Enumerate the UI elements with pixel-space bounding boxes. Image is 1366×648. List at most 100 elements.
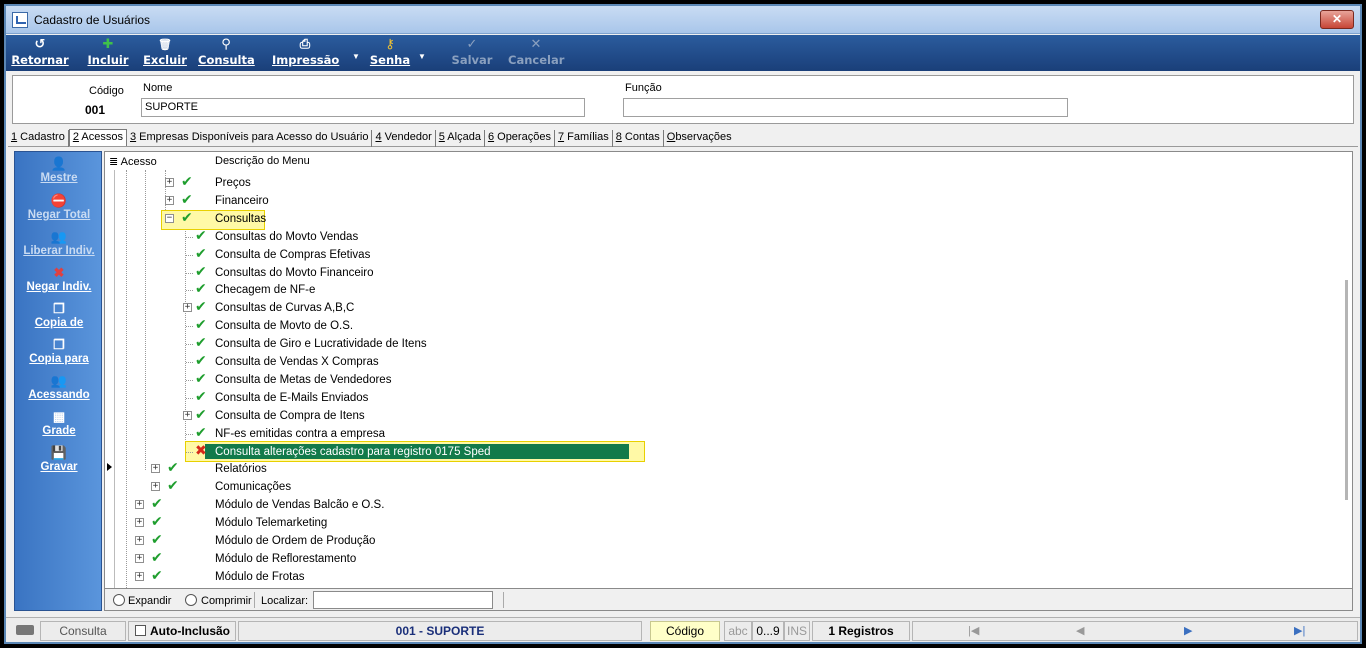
tree-row[interactable]: ✔ Consulta de Movto de O.S. bbox=[105, 317, 1335, 335]
column-header-acesso[interactable]: ≣ Acesso bbox=[109, 155, 157, 168]
gravar-button[interactable]: 💾 Gravar bbox=[15, 445, 103, 473]
tree-row[interactable]: + ✔ Consulta de Compra de Itens bbox=[105, 407, 1335, 425]
tree-row[interactable]: + ✔ Comunicações bbox=[105, 478, 1335, 496]
grade-button[interactable]: ▦ Grade bbox=[15, 409, 103, 437]
tree-row[interactable]: + ✔ Módulo de Frotas bbox=[105, 568, 1335, 586]
tab-empresas[interactable]: 3 Empresas Disponíveis para Acesso do Us… bbox=[127, 130, 373, 147]
nav-last-icon[interactable]: ▶| bbox=[1294, 624, 1305, 637]
tree-row[interactable]: + ✔ Relatórios bbox=[105, 460, 1335, 478]
access-granted-icon[interactable]: ✔ bbox=[151, 532, 163, 548]
expand-icon[interactable]: + bbox=[151, 464, 160, 474]
tree-row[interactable]: + ✔ Consultas de Curvas A,B,C bbox=[105, 299, 1335, 317]
access-granted-icon[interactable]: ✔ bbox=[151, 514, 163, 530]
tree-row[interactable]: ✔ Consulta de Compras Efetivas bbox=[105, 246, 1335, 264]
cancelar-button[interactable]: ✕ Cancelar bbox=[508, 37, 564, 69]
vertical-scrollbar[interactable] bbox=[1345, 280, 1348, 500]
tree-row[interactable]: ✔ Consulta de Vendas X Compras bbox=[105, 353, 1335, 371]
salvar-button[interactable]: ✓ Salvar bbox=[450, 37, 494, 69]
tree-row[interactable]: + ✔ Módulo de Ordem de Produção bbox=[105, 532, 1335, 550]
access-granted-icon[interactable]: ✔ bbox=[195, 281, 207, 297]
access-granted-icon[interactable]: ✔ bbox=[195, 228, 207, 244]
access-granted-icon[interactable]: ✔ bbox=[195, 389, 207, 405]
tree-row[interactable]: ✔ Consulta de Metas de Vendedores bbox=[105, 371, 1335, 389]
localizar-input[interactable] bbox=[313, 591, 493, 609]
access-granted-icon[interactable]: ✔ bbox=[151, 550, 163, 566]
access-granted-icon[interactable]: ✔ bbox=[195, 425, 207, 441]
tree-row[interactable]: ✔ Consulta de E-Mails Enviados bbox=[105, 389, 1335, 407]
expand-icon[interactable]: + bbox=[135, 518, 144, 528]
collapse-icon[interactable]: − bbox=[165, 213, 174, 223]
column-header-descricao[interactable]: Descrição do Menu bbox=[215, 155, 310, 167]
expand-icon[interactable]: + bbox=[135, 536, 144, 545]
expand-icon[interactable]: + bbox=[135, 500, 144, 510]
tree-row[interactable]: + ✔ Financeiro bbox=[105, 192, 1335, 210]
expand-icon[interactable]: + bbox=[135, 571, 144, 581]
access-tree-grid[interactable]: ≣ Acesso Descrição do Menu + ✔ Preços + ✔ Fin… bbox=[104, 151, 1353, 589]
negar-indiv-button[interactable]: ✖ Negar Indiv. bbox=[15, 265, 103, 293]
access-granted-icon[interactable]: ✔ bbox=[195, 353, 207, 369]
expand-icon[interactable]: + bbox=[183, 410, 192, 420]
tab-cadastro[interactable]: 1 Cadastro bbox=[8, 130, 69, 147]
access-granted-icon[interactable]: ✔ bbox=[195, 246, 207, 262]
tree-row[interactable]: + ✔ Módulo Telemarketing bbox=[105, 514, 1335, 532]
nome-input[interactable]: SUPORTE bbox=[141, 98, 585, 117]
access-granted-icon[interactable]: ✔ bbox=[181, 174, 193, 190]
access-denied-icon[interactable]: ✖ bbox=[195, 443, 207, 459]
tab-acessos[interactable]: 2 Acessos bbox=[68, 129, 127, 146]
nav-next-icon[interactable]: ▶ bbox=[1184, 624, 1192, 637]
access-granted-icon[interactable]: ✔ bbox=[167, 478, 179, 494]
nav-first-icon[interactable]: |◀ bbox=[968, 624, 979, 637]
tree-row[interactable]: + ✔ Módulo de Reflorestamento bbox=[105, 550, 1335, 568]
tab-vendedor[interactable]: 4 Vendedor bbox=[372, 130, 436, 147]
auto-inclusao-checkbox[interactable]: Auto-Inclusão bbox=[128, 621, 236, 641]
mestre-button[interactable]: 👤 Mestre bbox=[15, 156, 103, 184]
tab-observacoes[interactable]: Observações bbox=[664, 130, 735, 147]
nav-prev-icon[interactable]: ◀ bbox=[1076, 624, 1084, 637]
senha-button[interactable]: ⚷ Senha bbox=[368, 37, 412, 69]
close-button[interactable]: ✕ bbox=[1320, 10, 1354, 29]
expand-icon[interactable]: + bbox=[165, 178, 174, 187]
tree-row[interactable]: ✔ Consultas do Movto Financeiro bbox=[105, 264, 1335, 282]
tab-familias[interactable]: 7 Famílias bbox=[555, 130, 613, 147]
access-granted-icon[interactable]: ✔ bbox=[151, 568, 163, 584]
expand-icon[interactable]: + bbox=[183, 303, 192, 313]
access-granted-icon[interactable]: ✔ bbox=[181, 192, 193, 208]
expandir-radio[interactable] bbox=[113, 594, 125, 606]
access-granted-icon[interactable]: ✔ bbox=[167, 460, 179, 476]
expand-icon[interactable]: + bbox=[135, 553, 144, 563]
access-granted-icon[interactable]: ✔ bbox=[195, 335, 207, 351]
tab-alcada[interactable]: 5 Alçada bbox=[436, 130, 485, 147]
acessando-button[interactable]: 👥 Acessando bbox=[15, 373, 103, 401]
incluir-button[interactable]: ✚ Incluir bbox=[86, 37, 130, 69]
access-granted-icon[interactable]: ✔ bbox=[195, 317, 207, 333]
tree-row[interactable]: + ✔ Preços bbox=[105, 174, 1335, 192]
expand-icon[interactable]: + bbox=[151, 482, 160, 492]
access-granted-icon[interactable]: ✔ bbox=[195, 407, 207, 423]
impressao-button[interactable]: ⎙ Impressão bbox=[272, 37, 339, 69]
senha-dropdown-icon[interactable]: ▼ bbox=[418, 52, 426, 61]
expand-icon[interactable]: + bbox=[165, 195, 174, 205]
access-granted-icon[interactable]: ✔ bbox=[195, 371, 207, 387]
impressao-dropdown-icon[interactable]: ▼ bbox=[352, 52, 360, 61]
access-granted-icon[interactable]: ✔ bbox=[151, 496, 163, 512]
copia-para-button[interactable]: ❐ Copia para bbox=[15, 337, 103, 365]
negar-total-button[interactable]: ⛔ Negar Total bbox=[15, 193, 103, 221]
tab-contas[interactable]: 8 Contas bbox=[613, 130, 664, 147]
consulta-button[interactable]: ⚲ Consulta bbox=[198, 37, 255, 69]
tab-operacoes[interactable]: 6 Operações bbox=[485, 130, 555, 147]
access-granted-icon[interactable]: ✔ bbox=[195, 264, 207, 280]
tree-row[interactable]: ✖ Consulta alterações cadastro para regis… bbox=[105, 443, 1335, 461]
tree-row[interactable]: − ✔ Consultas bbox=[105, 210, 1335, 228]
tree-row[interactable]: ✔ Consulta de Giro e Lucratividade de Ite… bbox=[105, 335, 1335, 353]
access-granted-icon[interactable]: ✔ bbox=[181, 210, 193, 226]
funcao-input[interactable] bbox=[623, 98, 1068, 117]
tree-row[interactable]: ✔ NF-es emitidas contra a empresa bbox=[105, 425, 1335, 443]
liberar-indiv-button[interactable]: 👥 Liberar Indiv. bbox=[15, 229, 103, 257]
tree-row[interactable]: ✔ Consultas do Movto Vendas bbox=[105, 228, 1335, 246]
tree-row[interactable]: + ✔ Módulo de Vendas Balcão e O.S. bbox=[105, 496, 1335, 514]
copia-de-button[interactable]: ❐ Copia de bbox=[15, 301, 103, 329]
comprimir-radio[interactable] bbox=[185, 594, 197, 606]
excluir-button[interactable]: 🗑 Excluir bbox=[142, 37, 188, 69]
access-granted-icon[interactable]: ✔ bbox=[195, 299, 207, 315]
tree-row[interactable]: ✔ Checagem de NF-e bbox=[105, 281, 1335, 299]
